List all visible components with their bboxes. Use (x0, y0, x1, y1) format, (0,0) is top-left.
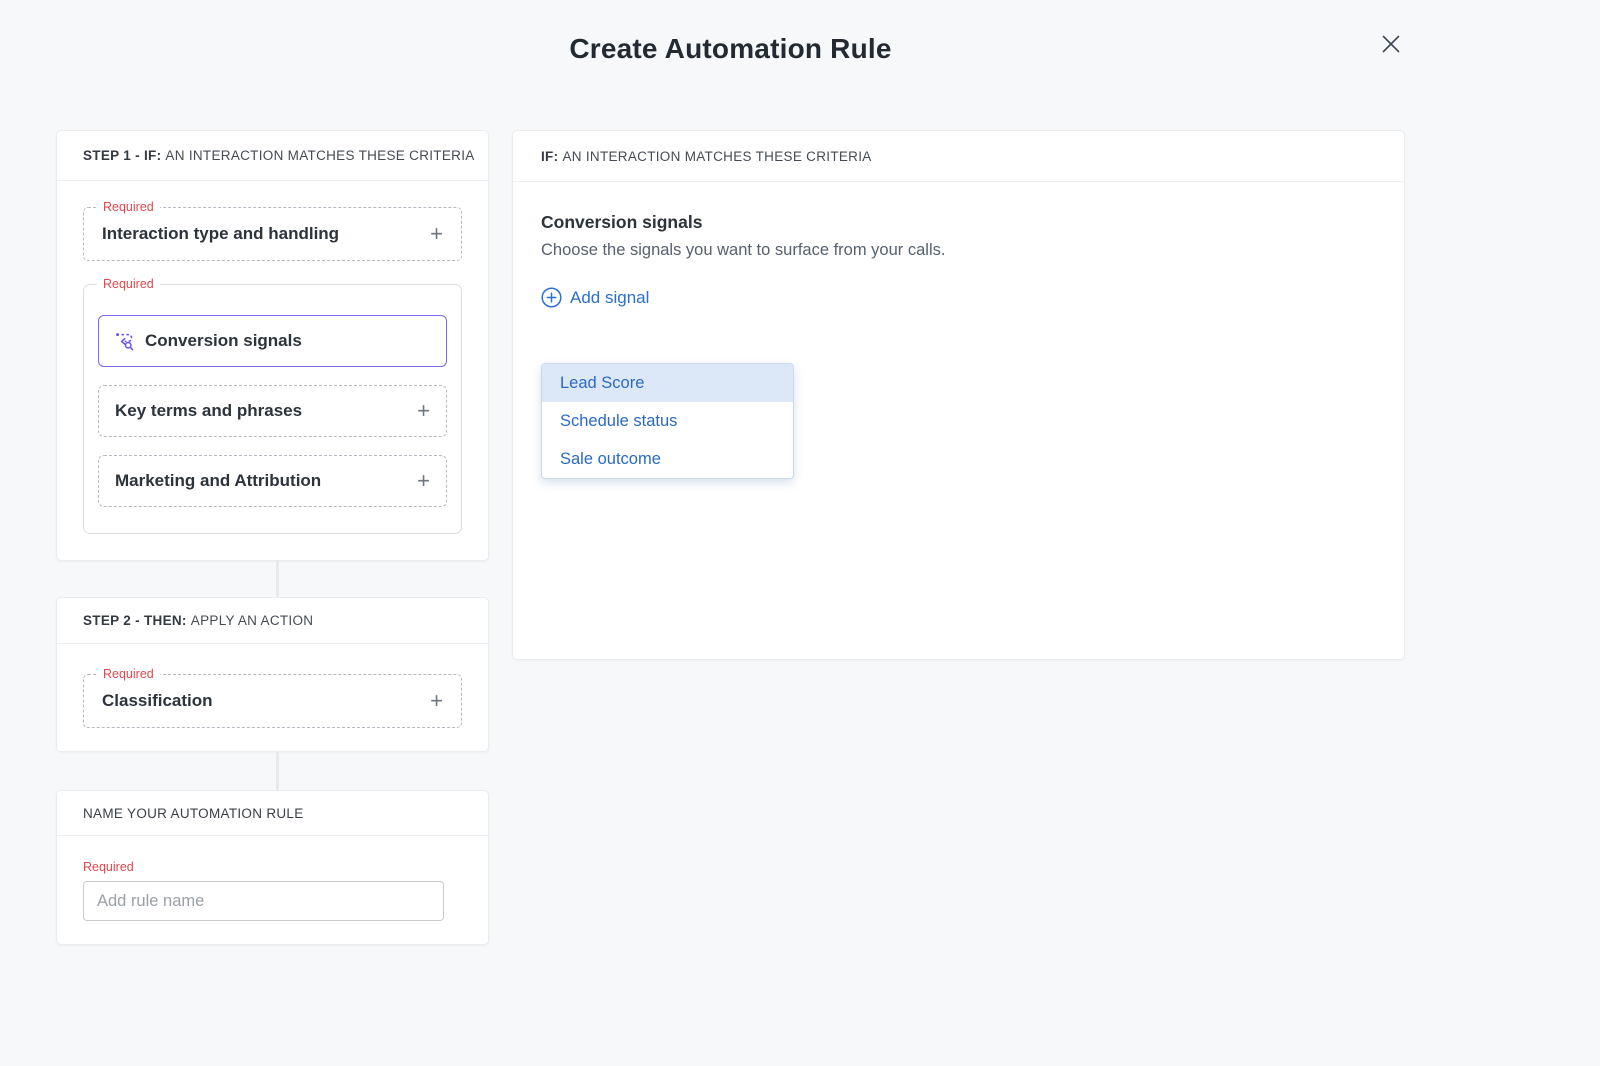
signals-required-group: Required Conversion signals Key terms an… (83, 284, 462, 534)
dropdown-item-sale-outcome[interactable]: Sale outcome (542, 440, 793, 478)
interaction-type-label: Interaction type and handling (102, 224, 339, 244)
dropdown-item-lead-score[interactable]: Lead Score (542, 364, 793, 402)
step2-header-bold: STEP 2 - THEN: (83, 613, 191, 628)
step2-header: STEP 2 - THEN: APPLY AN ACTION (57, 598, 488, 644)
classification-card[interactable]: Required Classification + (83, 674, 462, 728)
step-connector-line (276, 561, 279, 597)
plus-icon: + (430, 690, 443, 712)
conversion-signals-subtitle: Choose the signals you want to surface f… (541, 241, 1376, 260)
step2-header-rest: APPLY AN ACTION (191, 613, 314, 628)
plus-icon: + (430, 223, 443, 245)
plus-icon: + (417, 400, 430, 422)
criteria-header-rest: AN INTERACTION MATCHES THESE CRITERIA (562, 149, 871, 164)
rule-name-input[interactable] (83, 881, 444, 921)
required-badge: Required (97, 276, 160, 293)
required-badge: Required (97, 666, 160, 683)
close-icon (1377, 30, 1405, 58)
step1-header-bold: STEP 1 - IF: (83, 148, 165, 163)
criteria-header-bold: IF: (541, 149, 562, 164)
marketing-attribution-label: Marketing and Attribution (115, 471, 321, 491)
step1-header-rest: AN INTERACTION MATCHES THESE CRITERIA (165, 148, 474, 163)
plus-icon: + (417, 470, 430, 492)
step1-panel: STEP 1 - IF: AN INTERACTION MATCHES THES… (56, 130, 489, 561)
key-terms-card[interactable]: Key terms and phrases + (98, 385, 447, 437)
required-badge: Required (83, 860, 462, 874)
conversion-signals-card[interactable]: Conversion signals (98, 315, 447, 367)
add-signal-label: Add signal (570, 288, 649, 308)
conversion-signals-icon (115, 331, 135, 351)
required-badge: Required (97, 199, 160, 216)
name-rule-panel: NAME YOUR AUTOMATION RULE Required (56, 790, 489, 945)
close-button[interactable] (1374, 27, 1408, 61)
add-signal-dropdown: Lead Score Schedule status Sale outcome (541, 363, 794, 479)
page-title: Create Automation Rule (56, 33, 1405, 65)
add-signal-button[interactable]: Add signal (541, 287, 649, 308)
criteria-detail-panel: IF: AN INTERACTION MATCHES THESE CRITERI… (512, 130, 1405, 660)
criteria-detail-header: IF: AN INTERACTION MATCHES THESE CRITERI… (513, 131, 1404, 182)
step-connector-line (276, 752, 279, 790)
name-rule-header: NAME YOUR AUTOMATION RULE (57, 791, 488, 836)
plus-circle-icon (541, 287, 562, 308)
step1-header: STEP 1 - IF: AN INTERACTION MATCHES THES… (57, 131, 488, 181)
conversion-signals-label: Conversion signals (145, 331, 302, 351)
interaction-type-card[interactable]: Required Interaction type and handling + (83, 207, 462, 261)
classification-label: Classification (102, 691, 213, 711)
marketing-attribution-card[interactable]: Marketing and Attribution + (98, 455, 447, 507)
conversion-signals-title: Conversion signals (541, 212, 1376, 233)
dropdown-item-schedule-status[interactable]: Schedule status (542, 402, 793, 440)
step2-panel: STEP 2 - THEN: APPLY AN ACTION Required … (56, 597, 489, 752)
key-terms-label: Key terms and phrases (115, 401, 302, 421)
